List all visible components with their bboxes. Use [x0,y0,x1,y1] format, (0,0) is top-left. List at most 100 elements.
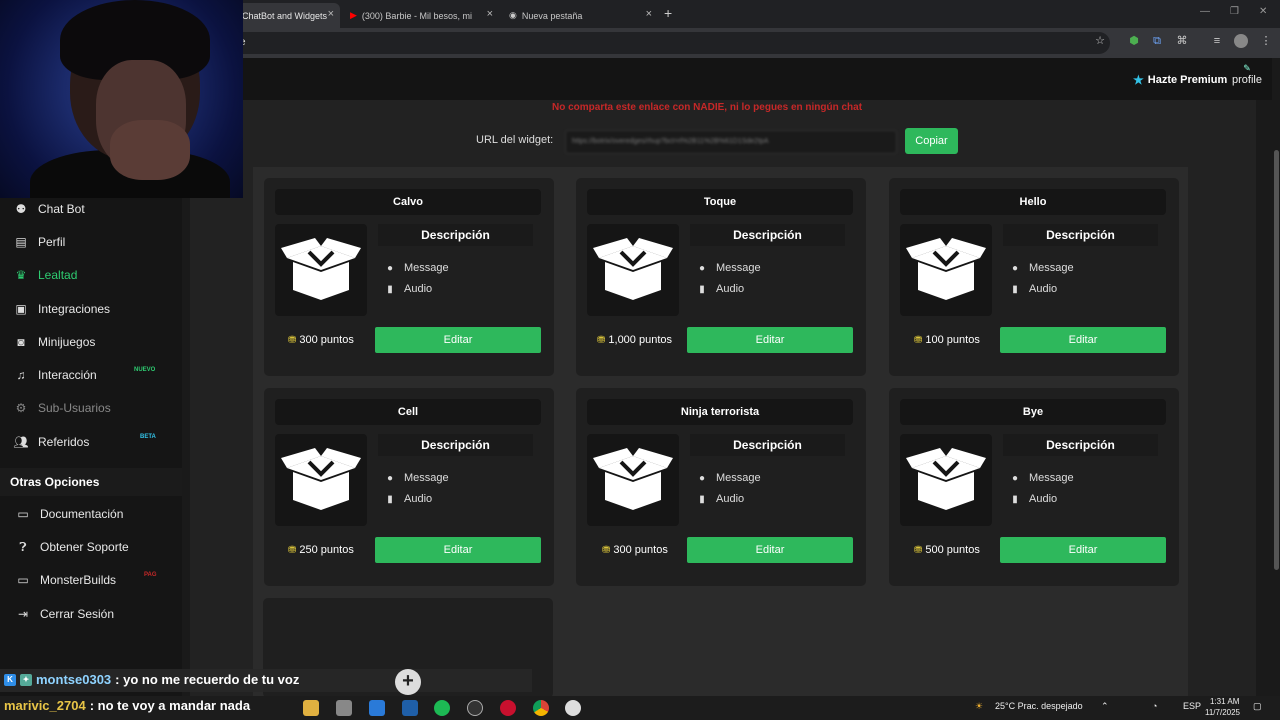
extension-shield-icon[interactable]: ⬢ [1127,34,1141,48]
logout-icon: ⇥ [17,607,29,621]
sidebar-item-label: Referidos [38,435,90,449]
sidebar-item-subusuarios[interactable]: ⚙ Sub-Usuarios [0,393,182,423]
sidebar-item-label: Interacción [38,368,97,382]
maximize-icon[interactable]: ❐ [1230,6,1239,17]
feature-message: ● Message [1009,262,1074,274]
clock-time[interactable]: 1:31 AM [1210,697,1239,706]
tab-title: (300) Barbie - Mil besos, mil be [361,10,472,21]
sidebar-item-cerrar-sesion[interactable]: ⇥ Cerrar Sesión [0,599,182,629]
widget-url-field[interactable]: https://botrix/overedges/rhup?bct=rl%2B1… [565,130,897,154]
weather-text[interactable]: 25°C Prac. despejado [995,701,1083,711]
explorer-icon[interactable] [303,700,319,716]
app-icon[interactable] [402,700,418,716]
description-heading: Descripción [378,434,533,456]
description-heading: Descripción [378,224,533,246]
edit-button[interactable]: Editar [375,327,541,353]
sidebar-item-label: Integraciones [38,302,111,316]
sidebar-item-label: Cerrar Sesión [40,607,115,621]
spotify-icon[interactable] [434,700,450,716]
omnibox[interactable]: e [230,32,1110,54]
music-note-icon: ♫ [16,368,26,382]
chat-username: marivic_2704 [4,698,86,713]
sidebar-item-label: Documentación [40,507,124,521]
reward-card: Calvo Descripción ● Message ▮ Audio ⛃ 300 punto… [264,178,554,376]
sidebar-item-documentacion[interactable]: ▭ Documentación [0,499,182,529]
window-close-icon[interactable]: ✕ [1259,6,1267,17]
notification-icon[interactable]: ▢ [1253,701,1262,712]
points-cost: ⛃ 300 puntos [602,544,668,556]
comment-icon: ● [1011,262,1019,274]
integrations-icon: ▣ [15,302,27,316]
sidebar-item-minijuegos[interactable]: ◙ Minijuegos [0,327,182,357]
lang-indicator[interactable]: ESP [1183,701,1201,711]
file-audio-icon: ▮ [699,493,705,505]
bookmark-star-icon[interactable]: ☆ [1093,34,1107,48]
sidebar-item-interaccion[interactable]: ♫ Interacción NUEVO [0,360,182,390]
edit-button[interactable]: Editar [687,327,853,353]
network-icon[interactable]: ◔ [1152,701,1157,711]
store-icon[interactable] [336,700,352,716]
points-cost: ⛃ 500 puntos [914,544,980,556]
edit-button[interactable]: Editar [687,537,853,563]
sidebar-item-monsterbuilds[interactable]: ▭ MonsterBuilds PAG [0,565,182,595]
feature-message: ● Message [696,472,761,484]
tab-chatbot[interactable]: ChatBot and Widgets × [236,3,340,28]
mail-icon[interactable] [369,700,385,716]
edit-button[interactable]: Editar [1000,537,1166,563]
feature-label: Audio [1029,283,1058,295]
feature-label: Message [716,472,761,484]
card-title: Ninja terrorista [587,399,853,425]
profile-button[interactable]: ✎ profile [1232,63,1262,86]
tray-chevron-icon[interactable]: ⌃ [1101,701,1109,712]
description-heading: Descripción [1003,224,1158,246]
tab-youtube[interactable]: ▶ (300) Barbie - Mil besos, mil be × [344,3,499,28]
avatar[interactable] [1234,34,1248,48]
feature-label: Message [1029,472,1074,484]
sidebar-item-chatbot[interactable]: ⚉ Chat Bot [0,194,182,224]
feature-audio: ▮ Audio [696,283,744,295]
sidebar-item-integraciones[interactable]: ▣ Integraciones [0,294,182,324]
feature-audio: ▮ Audio [384,283,432,295]
badge-icon: ✦ [20,673,32,686]
edit-button[interactable]: Editar [375,537,541,563]
sidebar-item-perfil[interactable]: ▤ Perfil [0,227,182,257]
reward-card: Cell Descripción ● Message ▮ Audio ⛃ 250 puntos… [264,388,554,586]
sidebar-item-referidos[interactable]: 👥︎ Referidos BETA [0,427,182,457]
feature-label: Audio [716,493,745,505]
reward-card: Toque Descripción ● Message ▮ Audio ⛃ 1,000 pun… [576,178,866,376]
tab-new[interactable]: ◉ Nueva pestaña × [503,3,658,28]
extensions-icon[interactable]: ⌘ [1175,34,1189,48]
copy-button[interactable]: Copiar [905,128,958,154]
obs-icon[interactable] [467,700,483,716]
opera-icon[interactable] [500,700,516,716]
new-tab-icon[interactable]: + [664,5,672,21]
tab-title: ChatBot and Widgets [242,10,328,21]
media-icon[interactable]: ≡ [1210,34,1224,48]
description-heading: Descripción [690,434,845,456]
help-icon: ❓︎ [19,539,27,554]
steam-icon[interactable] [565,700,581,716]
close-icon[interactable]: × [487,8,493,20]
close-icon[interactable]: × [646,8,652,20]
feature-audio: ▮ Audio [696,493,744,505]
feature-audio: ▮ Audio [384,493,432,505]
weather-icon: ☀ [975,701,984,711]
plus-icon[interactable]: + [395,669,421,695]
translate-icon[interactable]: ⧉ [1150,34,1164,48]
sidebar-item-lealtad[interactable]: ♛ Lealtad [0,260,182,290]
file-audio-icon: ▮ [699,283,705,295]
premium-button[interactable]: ★ Hazte Premium [1133,73,1227,87]
chat-message: K ✦ montse0303 : yo no me recuerdo de tu… [4,672,299,687]
chrome-icon[interactable] [533,700,549,716]
close-icon[interactable]: × [328,8,334,20]
scrollbar-thumb[interactable] [1274,150,1279,570]
points-cost: ⛃ 1,000 puntos [597,334,672,346]
coins-icon: ⛃ [288,334,297,346]
sidebar-item-soporte[interactable]: ❓︎ Obtener Soporte [0,532,182,562]
chrome-icon: ◉ [509,10,517,20]
menu-icon[interactable]: ⋮ [1259,34,1273,48]
minimize-icon[interactable]: — [1200,6,1210,17]
edit-button[interactable]: Editar [1000,327,1166,353]
webcam-overlay [0,0,243,198]
clock-date[interactable]: 11/7/2025 [1205,708,1240,717]
